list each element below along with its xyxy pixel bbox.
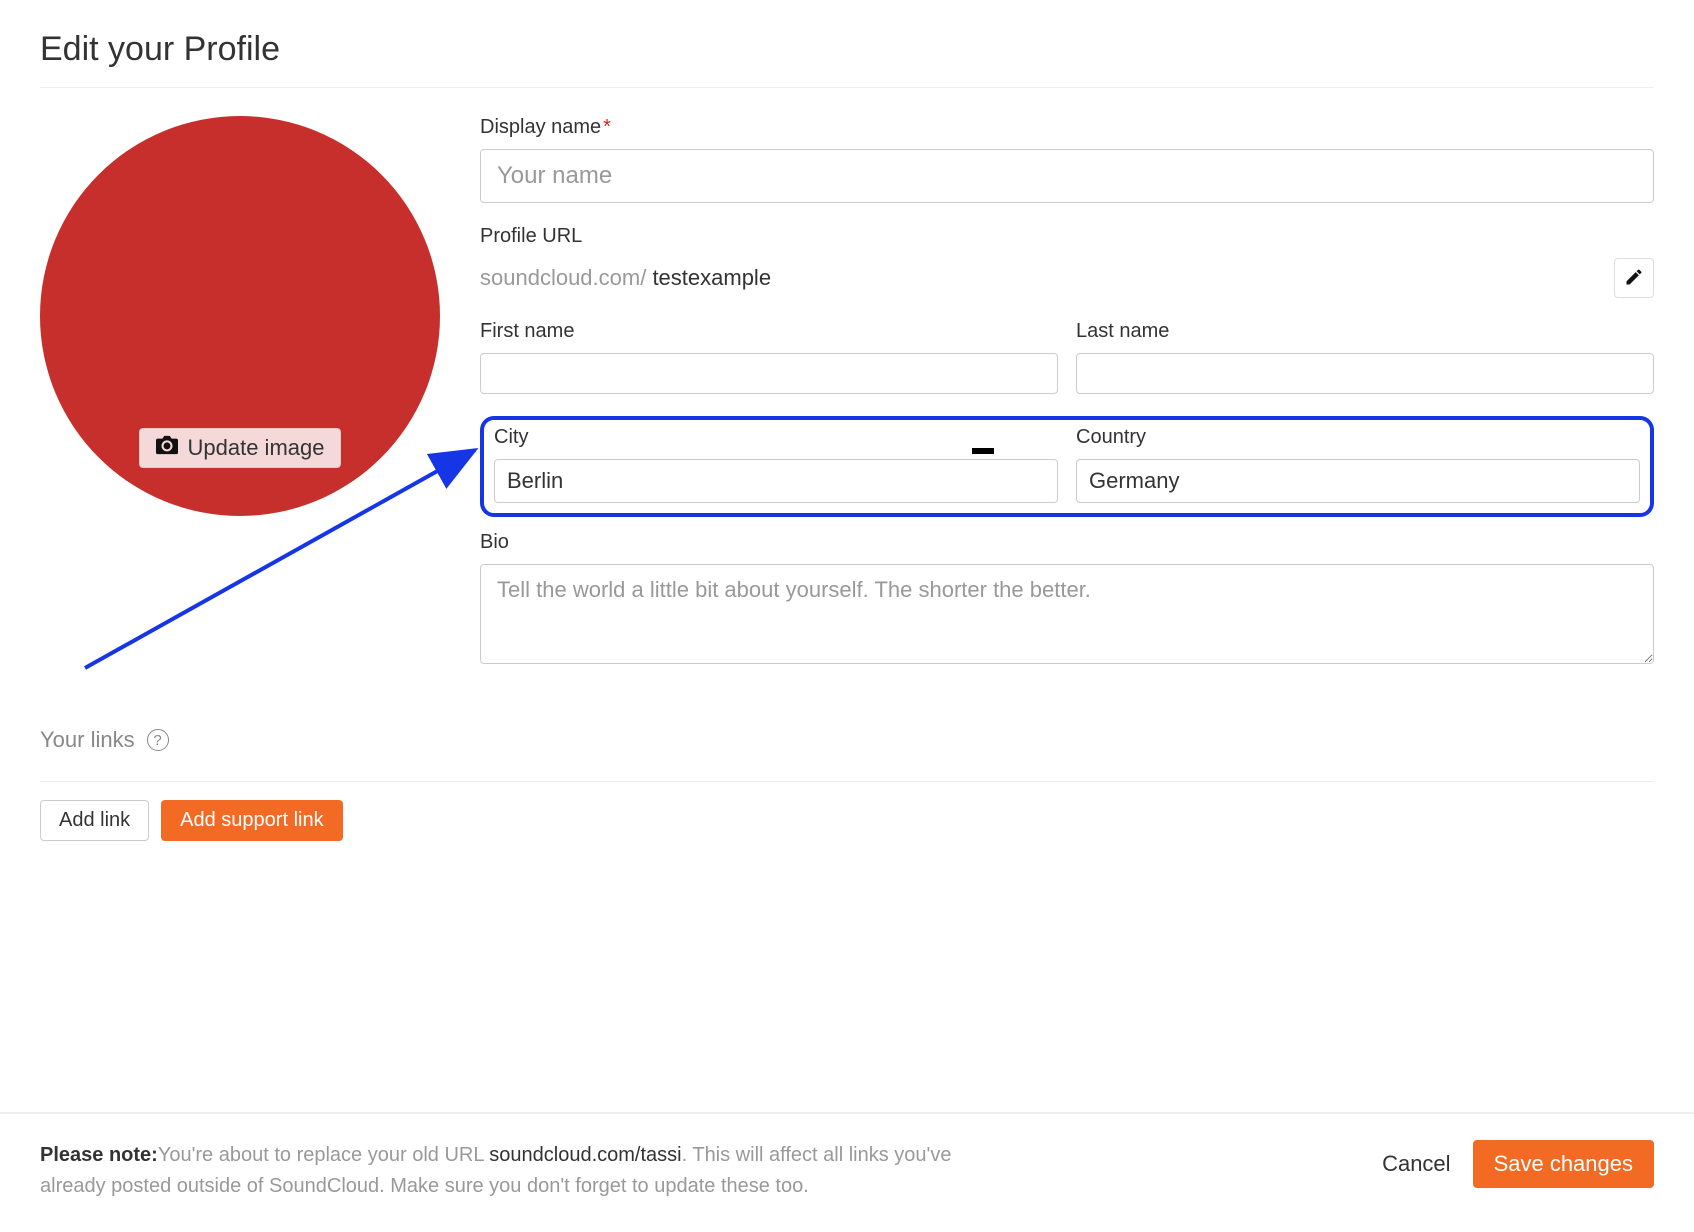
update-image-label: Update image [188,435,325,461]
first-name-label: First name [480,320,1058,343]
form-column: Display name* Profile URL soundcloud.com… [480,116,1654,691]
country-label: Country [1076,426,1640,449]
city-input[interactable] [494,459,1058,503]
bio-label: Bio [480,531,1654,554]
display-name-group: Display name* [480,116,1654,203]
profile-url-slug: testexample [652,265,771,290]
highlight-handle [972,448,994,454]
last-name-group: Last name [1076,320,1654,394]
country-input[interactable] [1076,459,1640,503]
add-support-link-button[interactable]: Add support link [161,800,342,841]
cancel-button[interactable]: Cancel [1382,1151,1450,1177]
bio-textarea[interactable] [480,564,1654,664]
link-buttons-row: Add link Add support link [40,800,1654,841]
country-group: Country [1076,426,1640,503]
location-highlight: City Country [480,416,1654,517]
profile-url-label: Profile URL [480,225,1654,248]
avatar-column: Update image [40,116,440,691]
camera-icon [156,435,178,461]
avatar-image: Update image [40,116,440,516]
footer-note-before: You're about to replace your old URL [158,1144,489,1166]
display-name-label-text: Display name [480,116,601,138]
footer-note: Please note:You're about to replace your… [40,1140,980,1202]
edit-url-button[interactable] [1614,258,1654,298]
last-name-label: Last name [1076,320,1654,343]
bio-group: Bio [480,531,1654,669]
links-title: Your links [40,727,135,753]
links-section-header: Your links ? [40,727,1654,782]
footer-note-strong: Please note: [40,1144,158,1166]
city-group: City [494,426,1058,503]
city-label: City [494,426,1058,449]
display-name-input[interactable] [480,149,1654,203]
profile-form: Update image Display name* Profile URL s… [40,116,1654,691]
update-image-button[interactable]: Update image [139,428,342,468]
footer: Please note:You're about to replace your… [0,1112,1694,1232]
name-row: First name Last name [480,320,1654,394]
page-title: Edit your Profile [40,30,1654,88]
required-star: * [603,116,611,138]
profile-url-prefix: soundcloud.com/ [480,265,652,290]
footer-old-url: soundcloud.com/tassi [489,1144,681,1166]
first-name-input[interactable] [480,353,1058,394]
add-link-button[interactable]: Add link [40,800,149,841]
display-name-label: Display name* [480,116,1654,139]
save-changes-button[interactable]: Save changes [1473,1140,1654,1188]
footer-actions: Cancel Save changes [1382,1140,1654,1188]
pencil-icon [1624,267,1644,290]
first-name-group: First name [480,320,1058,394]
profile-url-group: Profile URL soundcloud.com/ testexample [480,225,1654,298]
last-name-input[interactable] [1076,353,1654,394]
help-icon[interactable]: ? [147,729,169,751]
profile-url-text: soundcloud.com/ testexample [480,265,771,291]
